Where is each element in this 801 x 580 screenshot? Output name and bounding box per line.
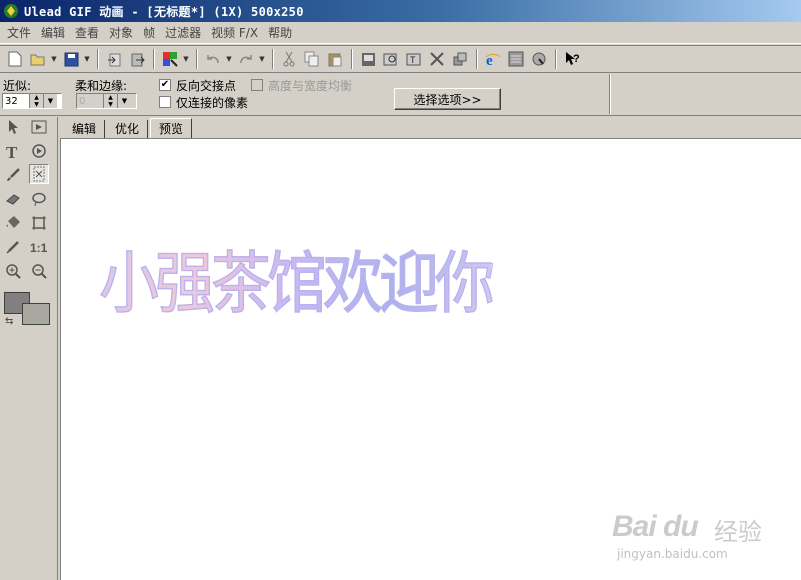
browser-preview-icon[interactable]: e (482, 48, 504, 70)
options-divider (609, 74, 611, 114)
toolbar-separator (476, 49, 478, 69)
import-icon[interactable] (103, 48, 125, 70)
svg-text:T: T (6, 143, 18, 159)
similarity-spin-arrows[interactable]: ▲ ▼ (29, 94, 43, 108)
paint-bucket-tool-icon[interactable] (3, 213, 23, 233)
connected-pixels-checkbox[interactable] (159, 96, 171, 108)
watermark-url: jingyan.baidu.com (617, 547, 728, 561)
crop-icon[interactable] (426, 48, 448, 70)
menu-file[interactable]: 文件 (2, 23, 36, 43)
toolbar-separator (153, 49, 155, 69)
soft-edge-spinner[interactable]: 0 ▲ ▼ ▼ (76, 93, 137, 109)
soft-edge-label: 柔和边缘: (75, 79, 128, 93)
window-title: Ulead GIF 动画 - [无标题*] (1X) 500x250 (24, 4, 304, 19)
save-dropdown-arrow[interactable]: ▼ (83, 48, 91, 70)
copy-icon[interactable] (301, 48, 323, 70)
toolbar-separator (272, 49, 274, 69)
toolbar-separator (351, 49, 353, 69)
title-bar: Ulead GIF 动画 - [无标题*] (1X) 500x250 (0, 0, 801, 22)
background-color-swatch[interactable] (22, 303, 50, 325)
text-tool-icon[interactable]: T (3, 141, 23, 161)
menu-edit[interactable]: 编辑 (36, 23, 70, 43)
cut-icon[interactable] (278, 48, 300, 70)
main-toolbar: ▼ ▼ ▼ ▼ ▼ T e ? (0, 45, 801, 73)
connected-pixels-label: 仅连接的像素 (176, 96, 249, 110)
ulead-app-icon[interactable] (3, 3, 19, 19)
tab-optimize[interactable]: 优化 (107, 120, 149, 139)
menu-video-fx[interactable]: 视频 F/X (206, 23, 263, 43)
add-image-icon[interactable] (380, 48, 402, 70)
add-text-icon[interactable]: T (403, 48, 425, 70)
soft-edge-dropdown-arrow[interactable]: ▼ (117, 94, 131, 108)
redo-dropdown-arrow[interactable]: ▼ (258, 48, 266, 70)
lasso-tool-icon[interactable] (29, 189, 49, 209)
tool-options-bar: 近似: 32 ▲ ▼ ▼ 柔和边缘: 0 ▲ ▼ ▼ ✔ 反向交接点 高度与宽度均衡… (0, 74, 801, 116)
canvas-banner-text: 小强茶馆欢迎你 (98, 229, 495, 326)
magic-wand-tool-icon[interactable] (29, 164, 49, 184)
invert-checkbox[interactable]: ✔ (159, 79, 171, 91)
add-frame-icon[interactable] (357, 48, 379, 70)
undo-dropdown-arrow[interactable]: ▼ (225, 48, 233, 70)
actual-size-tool-icon[interactable]: 1:1 (29, 237, 49, 257)
banner-icon[interactable] (505, 48, 527, 70)
tools-palette: T 1:1 ⇆ (0, 117, 58, 580)
toolbar-separator (555, 49, 557, 69)
svg-text:?: ? (573, 53, 580, 65)
brush-tool-icon[interactable] (3, 165, 23, 185)
svg-text:T: T (410, 55, 416, 65)
soft-edge-spin-arrows[interactable]: ▲ ▼ (103, 94, 117, 108)
paste-icon[interactable] (324, 48, 346, 70)
tab-preview[interactable]: 预览 (150, 118, 193, 139)
eyedropper-tool-icon[interactable] (3, 237, 23, 257)
equal-size-label: 高度与宽度均衡 (268, 79, 353, 93)
jingyan-text: 经验 (714, 518, 762, 546)
color-palette-icon[interactable] (159, 48, 181, 70)
redo-icon[interactable] (235, 48, 257, 70)
menu-view[interactable]: 查看 (70, 23, 104, 43)
open-folder-icon[interactable] (27, 48, 49, 70)
menu-frame[interactable]: 帧 (138, 23, 160, 43)
open-dropdown-arrow[interactable]: ▼ (50, 48, 58, 70)
menu-filter[interactable]: 过滤器 (160, 23, 206, 43)
palette-dropdown-arrow[interactable]: ▼ (182, 48, 190, 70)
invert-label: 反向交接点 (176, 79, 237, 93)
similarity-dropdown-arrow[interactable]: ▼ (43, 94, 57, 108)
toolbar-separator (97, 49, 99, 69)
toolbar-separator (196, 49, 198, 69)
zoom-in-tool-icon[interactable] (3, 261, 23, 281)
swap-colors-icon[interactable]: ⇆ (5, 316, 13, 327)
tween-icon[interactable] (449, 48, 471, 70)
menu-object[interactable]: 对象 (104, 23, 138, 43)
similarity-value[interactable]: 32 (3, 96, 29, 107)
tab-edit[interactable]: 编辑 (64, 120, 106, 139)
export-icon[interactable] (126, 48, 148, 70)
eraser-tool-icon[interactable] (3, 189, 23, 209)
menu-help[interactable]: 帮助 (263, 23, 297, 43)
optimize-icon[interactable] (528, 48, 550, 70)
select-options-button[interactable]: 选择选项>> (394, 88, 501, 110)
menu-bar: 文件 编辑 查看 对象 帧 过滤器 视频 F/X 帮助 (0, 22, 801, 44)
play-tool-icon[interactable] (29, 141, 49, 161)
similarity-label: 近似: (3, 79, 32, 93)
baidu-logo-text: Bai du (612, 510, 699, 543)
equal-size-checkbox[interactable] (251, 79, 263, 91)
save-icon[interactable] (60, 48, 82, 70)
undo-icon[interactable] (202, 48, 224, 70)
similarity-spinner[interactable]: 32 ▲ ▼ ▼ (2, 93, 62, 109)
view-tabs: 编辑 优化 预览 (60, 117, 801, 139)
svg-text:1:1: 1:1 (30, 241, 48, 254)
zoom-out-tool-icon[interactable] (29, 261, 49, 281)
new-file-icon[interactable] (4, 48, 26, 70)
soft-edge-value[interactable]: 0 (77, 96, 103, 107)
marquee-tool-icon[interactable] (29, 117, 49, 137)
baidu-jingyan-watermark: Bai du 经验 jingyan.baidu.com (612, 492, 797, 572)
help-icon[interactable]: ? (561, 48, 583, 70)
transform-tool-icon[interactable] (29, 213, 49, 233)
pick-tool-icon[interactable] (3, 117, 23, 137)
